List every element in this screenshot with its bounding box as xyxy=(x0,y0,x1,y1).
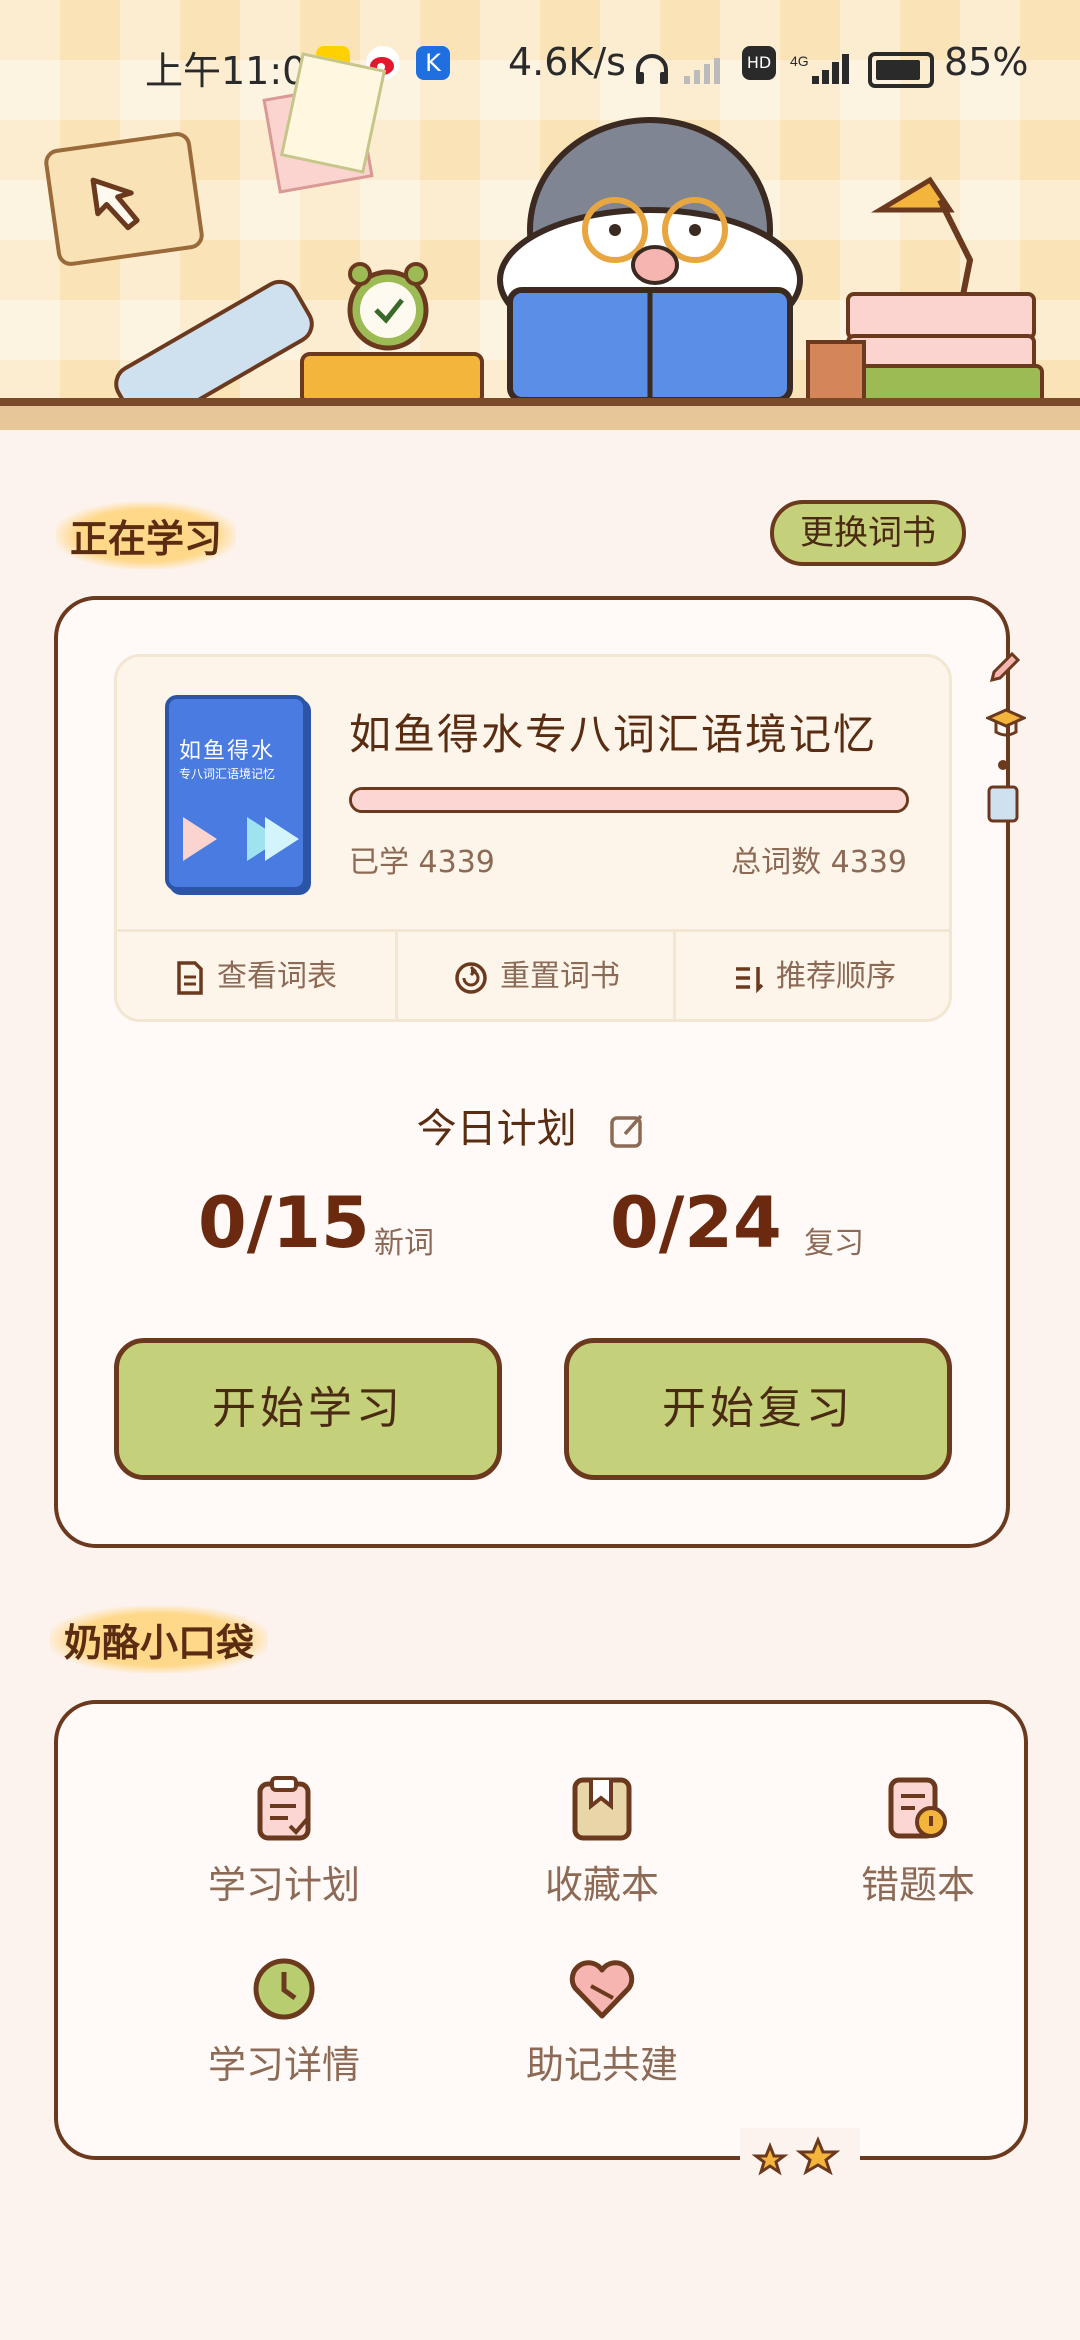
pocket-card: 学习计划 收藏本 错题本 学习详情 助记共建 xyxy=(54,1700,1028,2160)
mnemonic-cobuild-label: 助记共建 xyxy=(525,2043,678,2087)
battery-icon xyxy=(868,52,934,88)
today-plan-label: 今日计划 xyxy=(416,1106,577,1152)
error-book-button[interactable]: 错题本 xyxy=(788,1776,1048,1909)
book-cover-subtitle: 专八词汇语境记忆 xyxy=(179,767,276,781)
view-word-list-button[interactable]: 查看词表 xyxy=(117,932,395,1022)
recommend-order-button[interactable]: 推荐顺序 xyxy=(673,932,954,1022)
book-actions: 查看词表 重置词书 推荐顺序 xyxy=(117,929,949,1022)
review-unit: 复习 xyxy=(804,1226,864,1261)
book-panel: 如鱼得水 专八词汇语境记忆 如鱼得水专八词汇语境记忆 已学 4339 总词数 4… xyxy=(114,654,952,1022)
today-plan-title: 今日计划 xyxy=(58,1096,1006,1154)
back-button[interactable] xyxy=(42,130,206,268)
recommend-order-label: 推荐顺序 xyxy=(776,959,896,994)
mnemonic-cobuild-button[interactable]: 助记共建 xyxy=(472,1956,732,2089)
sort-icon xyxy=(736,966,764,993)
error-book-icon xyxy=(888,1777,947,1839)
clipboard-icon xyxy=(257,1776,311,1841)
reset-book-label: 重置词书 xyxy=(500,959,620,994)
notebook-icon[interactable] xyxy=(986,784,1020,824)
dot-icon xyxy=(998,760,1008,770)
k-app-icon: K xyxy=(416,46,450,80)
header-illustration: 上午11:09 K 4.6K/s HD 4G 85% xyxy=(0,0,1080,430)
study-card: 如鱼得水 专八词汇语境记忆 如鱼得水专八词汇语境记忆 已学 4339 总词数 4… xyxy=(54,596,1010,1548)
clock-icon xyxy=(253,1958,315,2020)
study-details-label: 学习详情 xyxy=(207,2043,360,2087)
book-progress-fill xyxy=(352,790,906,810)
error-book-label: 错题本 xyxy=(860,1863,975,1907)
alarm-clock-icon xyxy=(347,262,429,351)
back-arrow-icon xyxy=(90,177,140,231)
new-words-count: 0/15 xyxy=(198,1182,370,1264)
network-speed: 4.6K/s xyxy=(508,40,626,84)
favorites-button[interactable]: 收藏本 xyxy=(472,1776,732,1909)
book-cover-title: 如鱼得水 xyxy=(179,739,276,764)
section-title-pocket: 奶酪小口袋 xyxy=(50,1606,269,1673)
change-book-button[interactable]: 更换词书 xyxy=(770,500,966,566)
book-stack-decoration xyxy=(846,292,1036,340)
view-word-list-label: 查看词表 xyxy=(217,959,337,994)
edit-plan-icon[interactable] xyxy=(609,1112,647,1150)
favorites-label: 收藏本 xyxy=(544,1863,659,1907)
battery-level: 85% xyxy=(944,40,1029,84)
new-words-unit: 新词 xyxy=(374,1226,434,1261)
review-count: 0/24 xyxy=(610,1182,782,1264)
document-icon xyxy=(177,960,203,995)
start-review-button[interactable]: 开始复习 xyxy=(564,1338,952,1480)
learned-count: 已学 4339 xyxy=(349,845,495,880)
cover-arrow-icon xyxy=(183,817,299,861)
pencil-icon[interactable] xyxy=(986,650,1022,686)
hd-icon: HD xyxy=(742,46,776,80)
svg-text:4G: 4G xyxy=(790,53,809,69)
bookmark-icon xyxy=(572,1777,632,1841)
book-progress-bar xyxy=(349,787,909,813)
book-name: 如鱼得水专八词汇语境记忆 xyxy=(349,710,878,759)
graduation-cap-icon[interactable] xyxy=(986,706,1026,742)
book-cover[interactable]: 如鱼得水 专八词汇语境记忆 xyxy=(165,695,307,891)
section-title-current: 正在学习 xyxy=(56,502,237,569)
study-plan-button[interactable]: 学习计划 xyxy=(154,1776,414,1909)
shelf xyxy=(0,398,1080,430)
heart-link-icon xyxy=(569,1960,635,2019)
hamster-mascot xyxy=(497,117,803,400)
reset-book-button[interactable]: 重置词书 xyxy=(395,932,676,1022)
study-details-button[interactable]: 学习详情 xyxy=(154,1956,414,2089)
study-plan-label: 学习计划 xyxy=(207,1863,360,1907)
start-learning-button[interactable]: 开始学习 xyxy=(114,1338,502,1480)
reset-icon xyxy=(455,961,487,994)
total-count: 总词数 4339 xyxy=(731,845,907,880)
stars-decoration xyxy=(740,2128,860,2188)
